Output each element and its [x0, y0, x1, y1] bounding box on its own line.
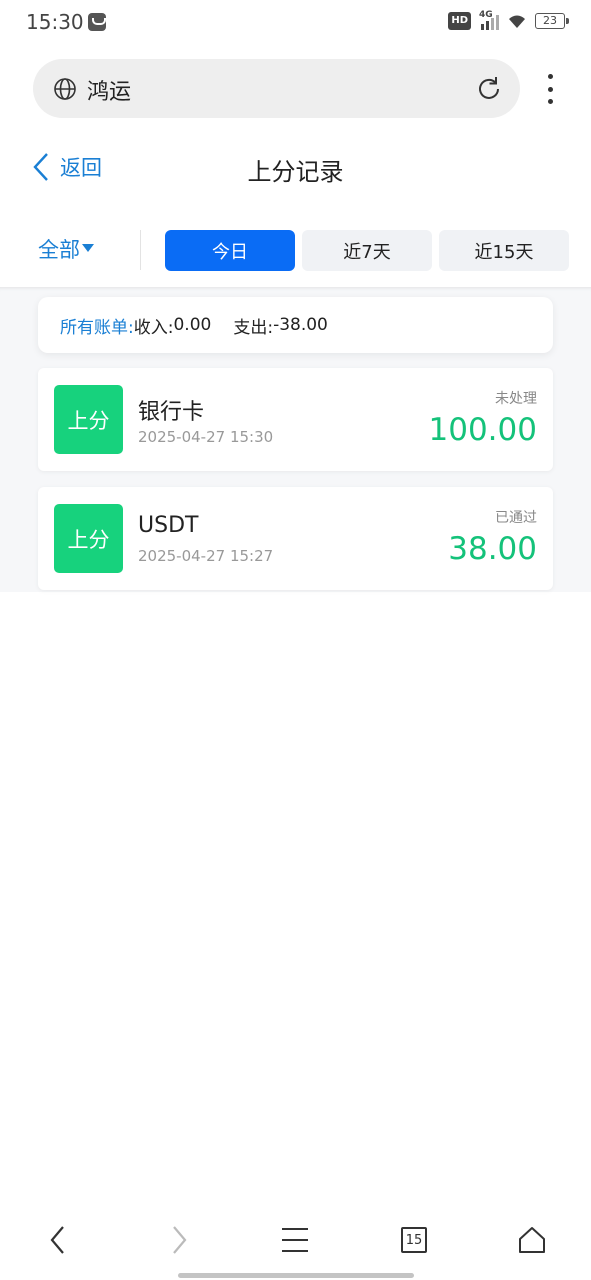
nav-menu-button[interactable]: [270, 1215, 320, 1265]
forward-arrow-icon: [173, 1226, 187, 1254]
notification-icon: [88, 13, 106, 31]
nav-tabs-button[interactable]: 15: [389, 1215, 439, 1265]
type-filter-dropdown[interactable]: 全部: [38, 234, 94, 264]
record-type-badge: 上分: [54, 504, 123, 573]
record-type-badge: 上分: [54, 385, 123, 454]
record-method: 银行卡: [138, 400, 205, 425]
caret-down-icon: [82, 244, 94, 252]
record-amount: 100.00: [428, 412, 537, 448]
tab-7-days[interactable]: 近7天: [302, 230, 432, 271]
tab-15-days[interactable]: 近15天: [439, 230, 569, 271]
chevron-left-icon: [33, 153, 48, 181]
menu-icon: [282, 1228, 308, 1252]
more-vertical-icon[interactable]: [546, 74, 554, 104]
site-title: 鸿运: [87, 80, 132, 105]
record-time: 2025-04-27 15:27: [138, 547, 274, 565]
record-method: USDT: [138, 513, 199, 538]
home-icon: [519, 1227, 545, 1253]
filter-divider: [140, 230, 141, 270]
summary-card: 所有账单: 收入: 0.00 支出: -38.00: [38, 297, 553, 353]
summary-label: 所有账单:: [60, 317, 134, 338]
nav-home-button[interactable]: [507, 1215, 557, 1265]
nav-forward-button[interactable]: [154, 1215, 204, 1265]
back-button[interactable]: 返回: [30, 150, 102, 184]
cellular-signal-icon: 4G: [479, 10, 499, 30]
type-filter-label: 全部: [38, 238, 80, 262]
status-bar: 15:30 HD 4G 23: [0, 0, 591, 46]
nav-back-button[interactable]: [33, 1215, 83, 1265]
record-time: 2025-04-27 15:30: [138, 428, 274, 446]
globe-icon: [54, 78, 76, 100]
back-arrow-icon: [50, 1226, 64, 1254]
income-value: 0.00: [173, 315, 212, 335]
status-time: 15:30: [26, 10, 84, 34]
record-item[interactable]: 上分 银行卡 2025-04-27 15:30 未处理 100.00: [38, 368, 553, 471]
record-status: 已通过: [495, 510, 537, 526]
status-indicators: HD 4G 23: [448, 10, 569, 30]
expense-label: 支出:: [233, 317, 274, 338]
hd-badge: HD: [448, 12, 471, 30]
address-bar[interactable]: 鸿运: [33, 59, 520, 118]
battery-icon: 23: [535, 13, 569, 29]
back-label: 返回: [60, 156, 102, 180]
income-label: 收入:: [133, 317, 174, 338]
record-status: 未处理: [495, 391, 537, 407]
wifi-icon: [509, 15, 525, 28]
tab-today[interactable]: 今日: [165, 230, 295, 271]
browser-bottom-nav: 15: [0, 1215, 591, 1265]
network-type-label: 4G: [479, 10, 493, 20]
gesture-home-bar[interactable]: [178, 1273, 414, 1278]
tabs-icon: 15: [401, 1227, 427, 1253]
record-amount: 38.00: [448, 531, 537, 567]
record-item[interactable]: 上分 USDT 2025-04-27 15:27 已通过 38.00: [38, 487, 553, 590]
reload-icon[interactable]: [475, 75, 503, 103]
expense-value: -38.00: [273, 315, 328, 335]
